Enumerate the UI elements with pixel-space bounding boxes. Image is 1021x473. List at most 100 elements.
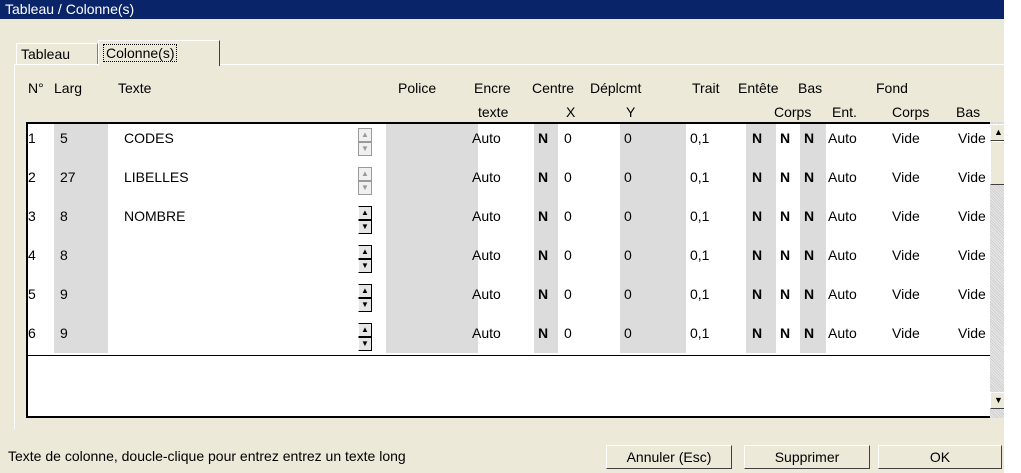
- spin-down-icon[interactable]: ▼: [358, 220, 372, 234]
- row-corps[interactable]: N: [804, 325, 814, 341]
- texte-spinner[interactable]: ▲ ▼: [358, 128, 372, 158]
- row-corps[interactable]: N: [804, 247, 814, 263]
- row-corps[interactable]: N: [804, 169, 814, 185]
- row-corps[interactable]: N: [804, 130, 814, 146]
- row-entete[interactable]: N: [752, 325, 762, 341]
- row-entete[interactable]: N: [752, 247, 762, 263]
- row-fond-bas[interactable]: Vide: [958, 325, 986, 341]
- row-x[interactable]: 0: [564, 130, 572, 146]
- table-row[interactable]: 4 8 Auto N 0 0 0,1 N N N Auto Vide Vide ▲ ▼: [28, 245, 991, 277]
- row-y[interactable]: 0: [624, 169, 632, 185]
- row-trait[interactable]: 0,1: [690, 208, 709, 224]
- texte-spinner[interactable]: ▲ ▼: [358, 284, 372, 314]
- row-centre[interactable]: N: [538, 208, 548, 224]
- table-row[interactable]: 1 5 CODES Auto N 0 0 0,1 N N N Auto Vide Vide ▲ ▼: [28, 128, 991, 160]
- row-fond-corps[interactable]: Vide: [892, 208, 920, 224]
- row-entete[interactable]: N: [752, 208, 762, 224]
- texte-spinner[interactable]: ▲ ▼: [358, 206, 372, 236]
- row-x[interactable]: 0: [564, 325, 572, 341]
- row-y[interactable]: 0: [624, 286, 632, 302]
- row-larg[interactable]: 8: [60, 247, 68, 263]
- row-encre[interactable]: Auto: [472, 247, 501, 263]
- row-encre[interactable]: Auto: [472, 130, 501, 146]
- row-fond-corps[interactable]: Vide: [892, 247, 920, 263]
- row-y[interactable]: 0: [624, 325, 632, 341]
- row-bas[interactable]: N: [780, 169, 790, 185]
- row-trait[interactable]: 0,1: [690, 247, 709, 263]
- row-entete[interactable]: N: [752, 286, 762, 302]
- texte-spinner[interactable]: ▲ ▼: [358, 245, 372, 275]
- row-bas[interactable]: N: [780, 325, 790, 341]
- spin-up-icon[interactable]: ▲: [358, 206, 372, 220]
- row-fond-corps[interactable]: Vide: [892, 325, 920, 341]
- row-fond-corps[interactable]: Vide: [892, 169, 920, 185]
- delete-button[interactable]: Supprimer: [744, 445, 870, 469]
- row-corps[interactable]: N: [804, 286, 814, 302]
- table-row[interactable]: 2 27 LIBELLES Auto N 0 0 0,1 N N N Auto Vide Vide ▲ ▼: [28, 167, 991, 199]
- row-bas[interactable]: N: [780, 286, 790, 302]
- row-larg[interactable]: 8: [60, 208, 68, 224]
- row-trait[interactable]: 0,1: [690, 325, 709, 341]
- row-texte[interactable]: NOMBRE: [124, 208, 185, 224]
- row-larg[interactable]: 5: [60, 130, 68, 146]
- row-ent[interactable]: Auto: [828, 169, 857, 185]
- row-larg[interactable]: 9: [60, 286, 68, 302]
- row-bas[interactable]: N: [780, 247, 790, 263]
- row-ent[interactable]: Auto: [828, 247, 857, 263]
- row-y[interactable]: 0: [624, 247, 632, 263]
- texte-spinner[interactable]: ▲ ▼: [358, 323, 372, 353]
- row-centre[interactable]: N: [538, 130, 548, 146]
- row-fond-bas[interactable]: Vide: [958, 169, 986, 185]
- row-texte[interactable]: LIBELLES: [124, 169, 189, 185]
- spin-up-icon[interactable]: ▲: [358, 284, 372, 298]
- row-x[interactable]: 0: [564, 208, 572, 224]
- row-encre[interactable]: Auto: [472, 208, 501, 224]
- row-fond-bas[interactable]: Vide: [958, 208, 986, 224]
- spin-down-icon[interactable]: ▼: [358, 337, 372, 351]
- row-fond-bas[interactable]: Vide: [958, 247, 986, 263]
- row-texte[interactable]: CODES: [124, 130, 174, 146]
- row-ent[interactable]: Auto: [828, 325, 857, 341]
- row-y[interactable]: 0: [624, 130, 632, 146]
- row-ent[interactable]: Auto: [828, 286, 857, 302]
- tab-colonnes[interactable]: Colonne(s): [98, 40, 220, 66]
- row-corps[interactable]: N: [804, 208, 814, 224]
- row-fond-corps[interactable]: Vide: [892, 130, 920, 146]
- row-centre[interactable]: N: [538, 325, 548, 341]
- row-fond-bas[interactable]: Vide: [958, 286, 986, 302]
- row-ent[interactable]: Auto: [828, 208, 857, 224]
- row-bas[interactable]: N: [780, 208, 790, 224]
- row-bas[interactable]: N: [780, 130, 790, 146]
- row-fond-corps[interactable]: Vide: [892, 286, 920, 302]
- row-trait[interactable]: 0,1: [690, 169, 709, 185]
- spin-down-icon[interactable]: ▼: [358, 298, 372, 312]
- columns-grid[interactable]: 1 5 CODES Auto N 0 0 0,1 N N N Auto Vide Vide ▲ ▼ 2 27 LIB…: [26, 122, 991, 418]
- row-larg[interactable]: 27: [60, 169, 76, 185]
- row-centre[interactable]: N: [538, 169, 548, 185]
- spin-up-icon[interactable]: ▲: [358, 128, 372, 142]
- row-entete[interactable]: N: [752, 130, 762, 146]
- row-fond-bas[interactable]: Vide: [958, 130, 986, 146]
- row-ent[interactable]: Auto: [828, 130, 857, 146]
- row-trait[interactable]: 0,1: [690, 286, 709, 302]
- row-entete[interactable]: N: [752, 169, 762, 185]
- row-larg[interactable]: 9: [60, 325, 68, 341]
- table-row[interactable]: 3 8 NOMBRE Auto N 0 0 0,1 N N N Auto Vide Vide ▲ ▼: [28, 206, 991, 238]
- spin-down-icon[interactable]: ▼: [358, 142, 372, 156]
- spin-up-icon[interactable]: ▲: [358, 245, 372, 259]
- row-centre[interactable]: N: [538, 286, 548, 302]
- row-encre[interactable]: Auto: [472, 169, 501, 185]
- ok-button[interactable]: OK: [878, 445, 1002, 469]
- texte-spinner[interactable]: ▲ ▼: [358, 167, 372, 197]
- spin-up-icon[interactable]: ▲: [358, 167, 372, 181]
- spin-down-icon[interactable]: ▼: [358, 181, 372, 195]
- row-centre[interactable]: N: [538, 247, 548, 263]
- row-x[interactable]: 0: [564, 169, 572, 185]
- cancel-button[interactable]: Annuler (Esc): [606, 445, 732, 469]
- row-y[interactable]: 0: [624, 208, 632, 224]
- row-x[interactable]: 0: [564, 286, 572, 302]
- table-row[interactable]: 6 9 Auto N 0 0 0,1 N N N Auto Vide Vide ▲ ▼: [28, 323, 991, 355]
- row-x[interactable]: 0: [564, 247, 572, 263]
- table-row[interactable]: 5 9 Auto N 0 0 0,1 N N N Auto Vide Vide ▲ ▼: [28, 284, 991, 316]
- spin-down-icon[interactable]: ▼: [358, 259, 372, 273]
